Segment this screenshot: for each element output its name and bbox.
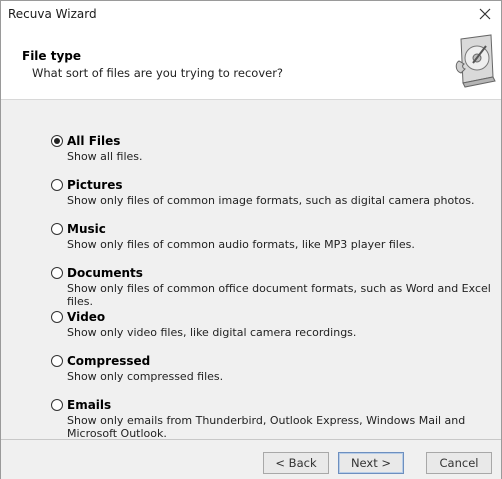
radio-documents[interactable]	[51, 267, 63, 279]
option-description: Show only compressed files.	[67, 370, 224, 383]
page-title: File type	[22, 49, 82, 63]
option-description: Show only emails from Thunderbird, Outlo…	[67, 414, 466, 440]
window-title: Recuva Wizard	[8, 7, 97, 21]
hard-drive-icon	[455, 34, 496, 88]
option-description: Show only files of common audio formats,…	[67, 238, 415, 251]
option-label: Emails	[67, 398, 112, 412]
option-label: Video	[67, 310, 106, 324]
option-compressed[interactable]: Compressed Show only compressed files.	[51, 353, 491, 397]
title-bar: Recuva Wizard	[1, 1, 501, 27]
option-label: Music	[67, 222, 106, 236]
option-documents[interactable]: Documents Show only files of common offi…	[51, 265, 491, 309]
option-video[interactable]: Video Show only video files, like digita…	[51, 309, 491, 353]
recuva-wizard-window: Recuva Wizard File type What sort of fil…	[0, 0, 502, 479]
radio-emails[interactable]	[51, 399, 63, 411]
option-description: Show only files of common image formats,…	[67, 194, 475, 207]
page-subtitle: What sort of files are you trying to rec…	[32, 66, 284, 80]
radio-pictures[interactable]	[51, 179, 63, 191]
close-button[interactable]	[469, 1, 501, 27]
option-description: Show only video files, like digital came…	[67, 326, 357, 339]
radio-music[interactable]	[51, 223, 63, 235]
option-description: Show only files of common office documen…	[67, 282, 491, 308]
option-label: Documents	[67, 266, 143, 280]
radio-all-files[interactable]	[51, 135, 63, 147]
option-all-files[interactable]: All Files Show all files.	[51, 133, 491, 177]
cancel-button[interactable]: Cancel	[426, 452, 492, 474]
radio-compressed[interactable]	[51, 355, 63, 367]
back-button[interactable]: < Back	[263, 452, 329, 474]
option-label: Pictures	[67, 178, 123, 192]
wizard-header: File type What sort of files are you try…	[1, 27, 501, 100]
options-panel: All Files Show all files. Pictures Show …	[1, 100, 501, 440]
next-button[interactable]: Next >	[338, 452, 404, 474]
wizard-footer: < Back Next > Cancel	[1, 439, 501, 479]
option-description: Show all files.	[67, 150, 143, 163]
close-icon	[479, 8, 491, 20]
option-label: All Files	[67, 134, 121, 148]
radio-video[interactable]	[51, 311, 63, 323]
option-music[interactable]: Music Show only files of common audio fo…	[51, 221, 491, 265]
file-type-options: All Files Show all files. Pictures Show …	[51, 133, 491, 453]
option-label: Compressed	[67, 354, 151, 368]
option-pictures[interactable]: Pictures Show only files of common image…	[51, 177, 491, 221]
